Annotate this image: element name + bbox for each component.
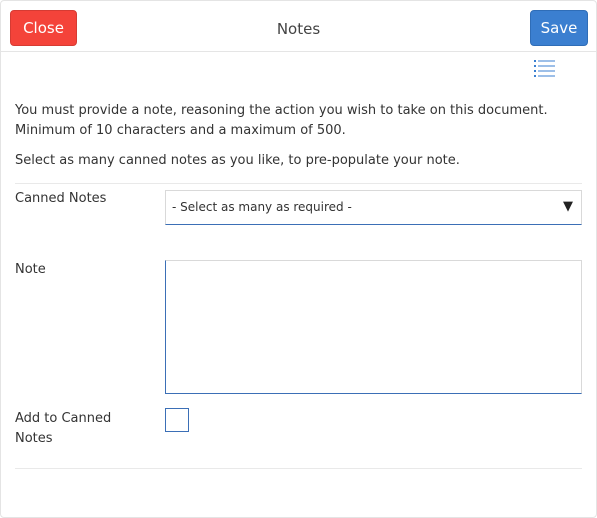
add-to-canned-checkbox[interactable] (165, 408, 189, 432)
footer-divider (15, 468, 582, 469)
canned-notes-select[interactable]: - Select as many as required - ▼ (165, 190, 582, 225)
canned-instruction-text: Select as many canned notes as you like,… (15, 153, 460, 168)
add-to-canned-label: Add to Canned Notes (15, 409, 135, 449)
divider (15, 183, 582, 184)
dialog-header: Close Notes Save (1, 1, 596, 52)
list-icon[interactable] (534, 59, 555, 78)
add-to-canned-label-line-2: Notes (15, 431, 53, 446)
save-button[interactable]: Save (530, 10, 588, 46)
canned-notes-selected-value: - Select as many as required - (172, 200, 352, 214)
canned-notes-label: Canned Notes (15, 191, 107, 206)
dialog-title: Notes (276, 20, 321, 38)
instruction-text: You must provide a note, reasoning the a… (15, 101, 585, 141)
caret-down-icon: ▼ (563, 199, 573, 214)
notes-dialog: Close Notes Save You must provide a note… (0, 0, 597, 518)
instruction-line-2: Minimum of 10 characters and a maximum o… (15, 123, 346, 138)
add-to-canned-label-line-1: Add to Canned (15, 411, 112, 426)
instruction-line-1: You must provide a note, reasoning the a… (15, 103, 548, 118)
note-textarea[interactable] (165, 260, 582, 394)
note-label: Note (15, 262, 46, 277)
